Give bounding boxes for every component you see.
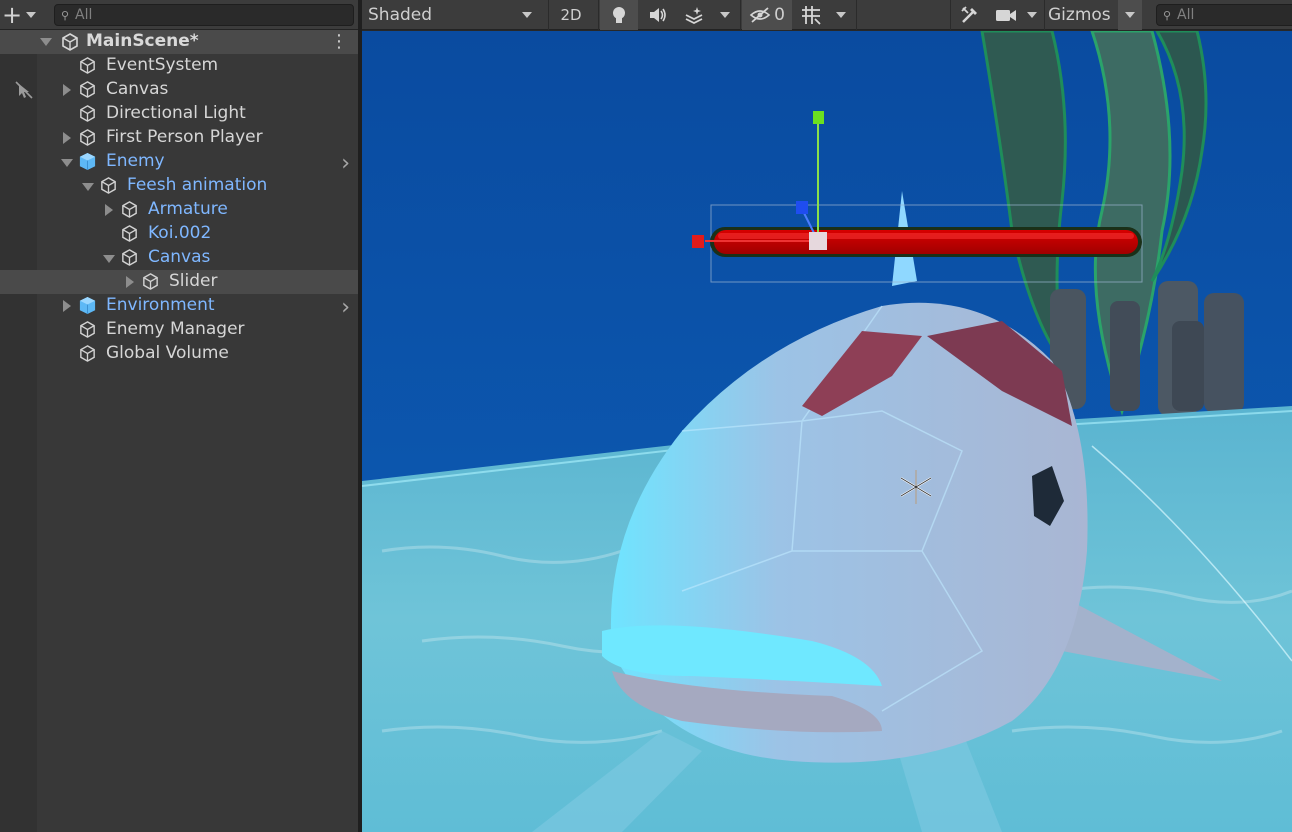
grid-toggle[interactable] — [794, 0, 828, 30]
collapse-arrow-icon[interactable] — [61, 159, 73, 167]
effects-dropdown[interactable] — [712, 0, 738, 30]
search-icon: ⚲ — [1163, 8, 1172, 22]
open-prefab-chevron-icon[interactable]: › — [341, 151, 350, 176]
hierarchy-item-label: Environment — [106, 295, 215, 315]
scene-search-input[interactable]: ⚲ All — [1156, 4, 1292, 26]
hierarchy-item-label: EventSystem — [106, 55, 219, 75]
create-dropdown-button[interactable]: + — [0, 3, 40, 27]
layers-effects-icon — [685, 7, 703, 24]
hierarchy-item-eventsystem[interactable]: EventSystem — [0, 54, 358, 78]
chevron-down-icon — [1027, 12, 1037, 18]
search-icon: ⚲ — [61, 8, 70, 22]
hierarchy-search-input[interactable]: ⚲ All — [54, 4, 354, 26]
hierarchy-item-armature[interactable]: Armature — [0, 198, 358, 222]
expand-arrow-icon[interactable] — [63, 300, 71, 312]
audio-toggle[interactable] — [640, 0, 676, 30]
chevron-down-icon — [836, 12, 846, 18]
expand-arrow-icon[interactable] — [63, 132, 71, 144]
gameobject-cube-icon — [78, 320, 103, 344]
prefab-cube-icon — [120, 200, 145, 224]
prefab-cube-icon — [99, 176, 124, 200]
eye-slash-icon — [749, 7, 771, 23]
hierarchy-item-global-volume[interactable]: Global Volume — [0, 342, 358, 366]
gameobject-cube-icon — [141, 272, 166, 296]
effects-toggle[interactable] — [678, 0, 710, 30]
scene-viewport[interactable] — [362, 31, 1292, 832]
tools-toggle[interactable] — [954, 0, 986, 30]
z-axis-cap — [796, 201, 808, 214]
hierarchy-item-label: Directional Light — [106, 103, 246, 123]
speaker-icon — [650, 8, 666, 22]
collapse-arrow-icon[interactable] — [82, 183, 94, 191]
toggle-2d-label: 2D — [560, 6, 582, 24]
hierarchy-item-label: Canvas — [148, 247, 211, 267]
hierarchy-item-label: First Person Player — [106, 127, 263, 147]
camera-toggle[interactable] — [992, 0, 1020, 30]
grid-icon — [802, 6, 821, 25]
hierarchy-item-slider[interactable]: Slider — [0, 270, 358, 294]
expand-arrow-icon[interactable] — [63, 84, 71, 96]
lightbulb-icon — [613, 7, 625, 23]
hierarchy-item-first-person-player[interactable]: First Person Player — [0, 126, 358, 150]
hierarchy-item-canvas[interactable]: Canvas — [0, 78, 358, 102]
hidden-count: 0 — [774, 5, 785, 25]
more-options-icon[interactable]: ⋮ — [330, 33, 348, 51]
prefab-cube-icon — [78, 296, 103, 320]
hierarchy-item-canvas[interactable]: Canvas — [0, 246, 358, 270]
tools-icon — [961, 6, 977, 23]
hierarchy-item-enemy[interactable]: Enemy › — [0, 150, 358, 176]
prefab-cube-icon — [120, 224, 145, 248]
hierarchy-item-enemy-manager[interactable]: Enemy Manager — [0, 318, 358, 342]
hidden-objects-toggle[interactable]: 0 — [742, 0, 792, 30]
hierarchy-item-label: Global Volume — [106, 343, 229, 363]
prefab-cube-icon — [78, 152, 103, 176]
lighting-toggle[interactable] — [600, 0, 638, 30]
y-axis-cap — [813, 111, 824, 124]
hierarchy-item-label: Slider — [169, 271, 218, 291]
expand-arrow-icon[interactable] — [105, 204, 113, 216]
open-prefab-chevron-icon[interactable]: › — [341, 295, 350, 320]
scene-name: MainScene* — [86, 31, 199, 51]
hierarchy-panel: + ⚲ All MainScene* ⋮ EventSystem Canvas Di… — [0, 0, 360, 832]
hierarchy-item-koi-002[interactable]: Koi.002 — [0, 222, 358, 246]
camera-dropdown[interactable] — [1020, 0, 1044, 30]
gameobject-cube-icon — [78, 104, 103, 128]
chevron-down-icon — [1125, 12, 1135, 18]
hierarchy-item-label: Armature — [148, 199, 228, 219]
hierarchy-item-feesh-animation[interactable]: Feesh animation — [0, 174, 358, 198]
chevron-down-icon — [26, 12, 37, 18]
plus-icon: + — [2, 1, 23, 29]
shading-mode-label: Shaded — [368, 5, 433, 25]
gizmos-label: Gizmos — [1048, 5, 1111, 25]
gameobject-cube-icon — [78, 128, 103, 152]
gameobject-cube-icon — [78, 344, 103, 368]
prefab-cube-icon — [120, 248, 145, 272]
unity-scene-icon — [60, 32, 80, 56]
expand-arrow-icon[interactable] — [126, 276, 134, 288]
scene-header-row[interactable]: MainScene* ⋮ — [0, 30, 360, 54]
hierarchy-item-label: Enemy — [106, 151, 165, 171]
grid-dropdown[interactable] — [828, 0, 854, 30]
gizmos-toggle[interactable]: Gizmos — [1046, 0, 1118, 30]
gameobject-cube-icon — [78, 80, 103, 104]
gameobject-cube-icon — [78, 56, 103, 80]
gizmos-dropdown[interactable] — [1118, 0, 1142, 30]
x-axis-cap — [692, 235, 704, 248]
camera-icon — [996, 10, 1016, 21]
shading-mode-dropdown[interactable]: Shaded — [362, 0, 544, 30]
hierarchy-item-directional-light[interactable]: Directional Light — [0, 102, 358, 126]
collapse-arrow-icon[interactable] — [103, 255, 115, 263]
hierarchy-item-environment[interactable]: Environment › — [0, 294, 358, 320]
hierarchy-item-label: Enemy Manager — [106, 319, 245, 339]
chevron-down-icon — [720, 12, 730, 18]
hierarchy-item-label: Canvas — [106, 79, 169, 99]
center-handle — [809, 232, 827, 250]
toggle-2d-button[interactable]: 2D — [552, 0, 590, 30]
chevron-down-icon — [522, 12, 532, 18]
collapse-arrow-icon[interactable] — [40, 38, 52, 46]
hierarchy-item-label: Koi.002 — [148, 223, 212, 243]
hierarchy-item-label: Feesh animation — [127, 175, 268, 195]
hierarchy-toolbar: + ⚲ All — [0, 0, 360, 30]
scene-toolbar: Shaded 2D 0 Gizmos ⚲ All — [362, 0, 1292, 30]
